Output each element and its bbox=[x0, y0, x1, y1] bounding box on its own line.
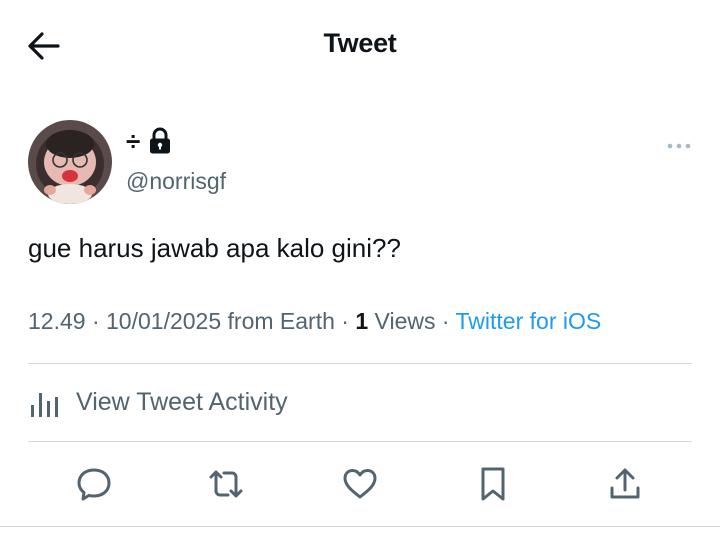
retweet-button[interactable] bbox=[204, 462, 248, 506]
view-activity-label: View Tweet Activity bbox=[76, 387, 288, 416]
views-label: Views bbox=[374, 308, 436, 334]
tweet-location: from Earth bbox=[227, 308, 335, 334]
bookmark-button[interactable] bbox=[471, 462, 515, 506]
reply-icon bbox=[77, 468, 111, 501]
tweet-meta: 12.49 · 10/01/2025 from Earth · 1 Views … bbox=[28, 308, 602, 334]
retweet-icon bbox=[209, 470, 243, 498]
more-options-button[interactable] bbox=[666, 136, 692, 156]
tweet-date[interactable]: 10/01/2025 bbox=[106, 308, 221, 334]
view-activity-button[interactable]: View Tweet Activity bbox=[28, 364, 692, 440]
tweet-time[interactable]: 12.49 bbox=[28, 308, 86, 334]
source-link[interactable]: Twitter for iOS bbox=[456, 308, 602, 334]
bar-chart-icon bbox=[31, 393, 58, 417]
user-handle[interactable]: @norrisgf bbox=[126, 168, 226, 195]
divider bbox=[0, 526, 720, 527]
share-button[interactable] bbox=[603, 462, 647, 506]
share-icon bbox=[610, 468, 640, 499]
top-bar: Tweet bbox=[0, 0, 720, 90]
tweet-author: ÷ @norrisgf bbox=[28, 120, 692, 206]
display-name-row: ÷ bbox=[126, 126, 172, 156]
bookmark-icon bbox=[481, 467, 505, 501]
lock-icon bbox=[150, 127, 171, 154]
page-title: Tweet bbox=[323, 28, 397, 58]
reply-button[interactable] bbox=[72, 462, 116, 506]
tweet-actions-bar bbox=[0, 442, 720, 526]
more-horizontal-icon bbox=[667, 143, 691, 149]
like-button[interactable] bbox=[338, 462, 382, 506]
tweet-text: gue harus jawab apa kalo gini?? bbox=[28, 233, 401, 263]
display-name[interactable]: ÷ bbox=[126, 128, 140, 154]
avatar[interactable] bbox=[28, 120, 112, 204]
views-count: 1 bbox=[355, 308, 369, 334]
heart-icon bbox=[343, 469, 377, 499]
